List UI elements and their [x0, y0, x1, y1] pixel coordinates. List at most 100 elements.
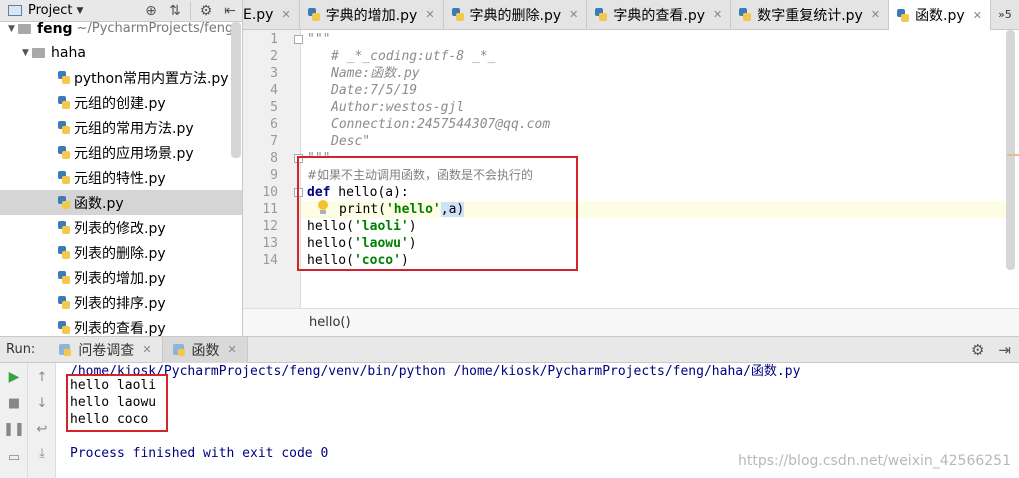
run-config-icon: [59, 343, 72, 356]
expand-arrow-icon[interactable]: ▼: [8, 24, 18, 34]
close-icon[interactable]: ✕: [228, 343, 237, 356]
line-number: 6: [270, 117, 278, 132]
close-icon[interactable]: ✕: [425, 8, 434, 21]
tree-item-label: feng: [37, 20, 73, 37]
console-exit-message: Process finished with exit code 0: [70, 446, 329, 461]
python-file-icon: [58, 96, 70, 109]
tree-item-file[interactable]: 列表的排序.py: [0, 290, 242, 315]
line-number: 1: [270, 32, 278, 47]
tree-item-file[interactable]: 列表的增加.py: [0, 265, 242, 290]
tab-truncated-file[interactable]: E.py ✕: [243, 0, 300, 29]
run-tab-function[interactable]: 函数 ✕: [162, 336, 248, 363]
python-file-icon: [58, 271, 70, 284]
tab-label: 数字重复统计.py: [757, 7, 863, 24]
tree-item-file[interactable]: 列表的查看.py: [0, 315, 242, 336]
chevron-down-icon[interactable]: ▼: [76, 6, 83, 16]
line-number-gutter[interactable]: 1 2 3 4 5 6 7 8 9 10 11 12 13 14: [243, 30, 303, 308]
scroll-down-icon[interactable]: ↓: [34, 395, 50, 411]
breadcrumb[interactable]: hello(): [309, 315, 351, 330]
warning-stripe[interactable]: [1007, 154, 1019, 156]
tree-item-file[interactable]: 列表的删除.py: [0, 240, 242, 265]
tab-overflow-button[interactable]: »5: [991, 0, 1019, 29]
tree-item-label: python常用内置方法.py: [74, 70, 229, 87]
line-number: 4: [270, 83, 278, 98]
tab-number-count[interactable]: 数字重复统计.py ✕: [731, 0, 890, 29]
line-number: 2: [270, 49, 278, 64]
gear-icon[interactable]: ⚙: [971, 341, 984, 359]
expand-arrow-icon[interactable]: ▼: [22, 48, 32, 58]
tree-item-label: 列表的删除.py: [74, 245, 166, 262]
run-tab-questionnaire[interactable]: 问卷调查 ✕: [49, 336, 163, 363]
line-number: 3: [270, 66, 278, 81]
run-toolbar: ▶ ■ ❚❚ ▭: [0, 363, 28, 478]
scroll-up-icon[interactable]: ↑: [34, 369, 50, 385]
tab-label: 字典的查看.py: [613, 7, 705, 24]
editor-scrollbar[interactable]: [1006, 30, 1015, 270]
code-line-connection: Connection:2457544307@qq.com: [331, 117, 551, 132]
tab-function-active[interactable]: 函数.py ✕: [889, 0, 991, 30]
python-file-icon: [58, 121, 70, 134]
tree-item-label: haha: [51, 44, 86, 61]
tree-item-label: 列表的排序.py: [74, 295, 166, 312]
tree-item-file[interactable]: 元组的应用场景.py: [0, 140, 242, 165]
run-tab-label: 问卷调查: [78, 342, 135, 359]
tab-label: 字典的删除.py: [469, 7, 562, 24]
python-file-icon: [58, 246, 70, 259]
soft-wrap-icon[interactable]: ↩: [34, 421, 50, 437]
tree-item-file[interactable]: 元组的创建.py: [0, 90, 242, 115]
line-number: 7: [270, 134, 278, 149]
line-number: 8: [270, 151, 278, 166]
tree-item-file[interactable]: python常用内置方法.py: [0, 65, 242, 90]
python-file-icon: [595, 8, 608, 21]
tree-item-file[interactable]: 列表的修改.py: [0, 215, 242, 240]
rerun-icon[interactable]: ▶: [6, 369, 22, 385]
run-panel-header: Run: 问卷调查 ✕ 函数 ✕ ⚙ ⇥: [0, 336, 1019, 363]
close-icon[interactable]: ✕: [973, 9, 982, 22]
editor-breadcrumb-bar: hello(): [243, 308, 1019, 336]
tree-item-haha[interactable]: ▼ haha: [0, 40, 242, 65]
code-line-date: Date:7/5/19: [331, 83, 418, 98]
code-line-author: Author:westos-gjl: [331, 100, 465, 115]
tree-item-file[interactable]: 元组的特性.py: [0, 165, 242, 190]
line-number: 14: [262, 253, 278, 268]
folder-icon: [18, 23, 31, 34]
code-line-docstring-open: """: [307, 32, 331, 47]
tab-label: 函数.py: [915, 8, 965, 24]
close-icon[interactable]: ✕: [142, 343, 151, 356]
tab-dict-add[interactable]: 字典的增加.py ✕: [300, 0, 444, 29]
line-number: 10: [262, 185, 278, 200]
hide-panel-icon[interactable]: ⇥: [998, 341, 1011, 359]
watermark: https://blog.csdn.net/weixin_42566251: [737, 453, 1011, 469]
code-highlight-box: [297, 156, 578, 271]
output-highlight-box: [66, 374, 168, 432]
layout-icon[interactable]: ▭: [6, 449, 22, 465]
run-console[interactable]: /home/kiosk/PycharmProjects/feng/venv/bi…: [56, 363, 1019, 478]
code-editor[interactable]: 1 2 3 4 5 6 7 8 9 10 11 12 13 14 """ # _…: [243, 30, 1019, 336]
close-icon[interactable]: ✕: [569, 8, 578, 21]
tab-label: 字典的增加.py: [325, 7, 418, 24]
project-view-icon: [8, 5, 22, 16]
code-line-coding: # _*_coding:utf-8 _*_: [331, 49, 496, 64]
tree-item-file-selected[interactable]: 函数.py: [0, 190, 242, 215]
python-file-icon: [58, 71, 70, 84]
stop-icon[interactable]: ■: [6, 395, 22, 411]
tree-item-feng[interactable]: ▼ feng ~/PycharmProjects/feng: [0, 16, 242, 41]
tree-item-file[interactable]: 元组的常用方法.py: [0, 115, 242, 140]
pause-icon[interactable]: ❚❚: [3, 421, 25, 437]
tree-item-label: 元组的常用方法.py: [74, 120, 194, 137]
project-tree-scrollbar[interactable]: [231, 22, 241, 158]
python-file-icon: [58, 221, 70, 234]
tree-item-label: 列表的增加.py: [74, 270, 166, 287]
fold-marker-icon[interactable]: [294, 35, 303, 44]
close-icon[interactable]: ✕: [871, 8, 880, 21]
close-icon[interactable]: ✕: [281, 8, 290, 21]
scroll-to-end-icon[interactable]: ⤓: [34, 445, 50, 461]
python-file-icon: [739, 8, 752, 21]
tab-dict-delete[interactable]: 字典的删除.py ✕: [444, 0, 588, 29]
tab-dict-view[interactable]: 字典的查看.py ✕: [587, 0, 732, 29]
python-file-icon: [58, 171, 70, 184]
run-toolbar-secondary: ↑ ↓ ↩ ⤓: [28, 363, 56, 478]
python-file-icon: [58, 196, 70, 209]
close-icon[interactable]: ✕: [713, 8, 722, 21]
tree-item-label: 函数.py: [74, 195, 124, 212]
